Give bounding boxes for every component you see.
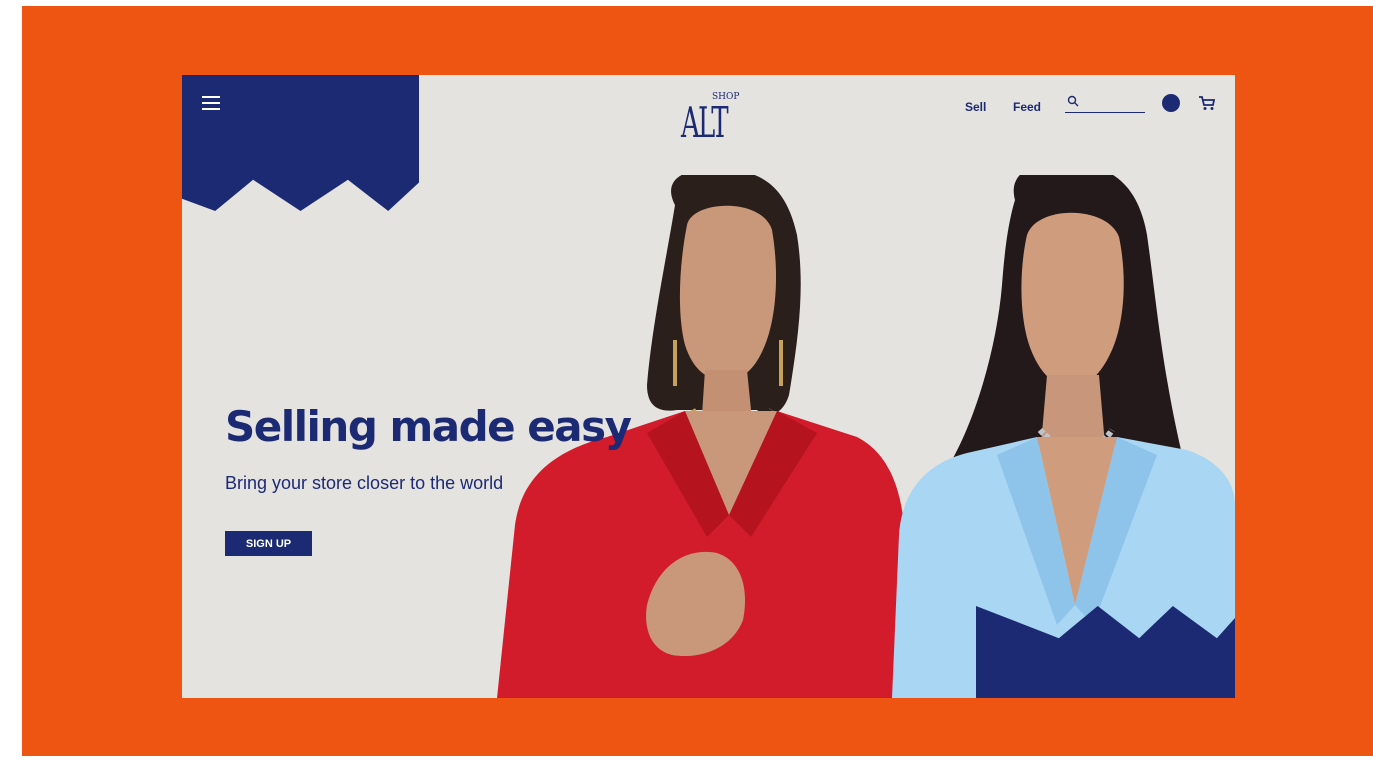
logo[interactable]: SHOP ALT xyxy=(677,90,747,162)
hero-headline: Selling made easy xyxy=(225,402,632,451)
logo-word: ALT xyxy=(681,98,729,147)
hero-subheadline: Bring your store closer to the world xyxy=(225,473,504,493)
nav-link-feed[interactable]: Feed xyxy=(1013,100,1041,114)
cart-icon[interactable] xyxy=(1198,95,1216,111)
search-input[interactable] xyxy=(1065,94,1145,113)
website-screen: SHOP ALT Sell Feed Selling made easy Bri… xyxy=(182,75,1235,698)
avatar[interactable] xyxy=(1162,94,1180,112)
hamburger-menu-icon[interactable] xyxy=(202,94,222,112)
search-icon xyxy=(1067,95,1079,107)
sign-up-button[interactable]: SIGN UP xyxy=(225,531,312,556)
nav-link-sell[interactable]: Sell xyxy=(965,100,986,114)
